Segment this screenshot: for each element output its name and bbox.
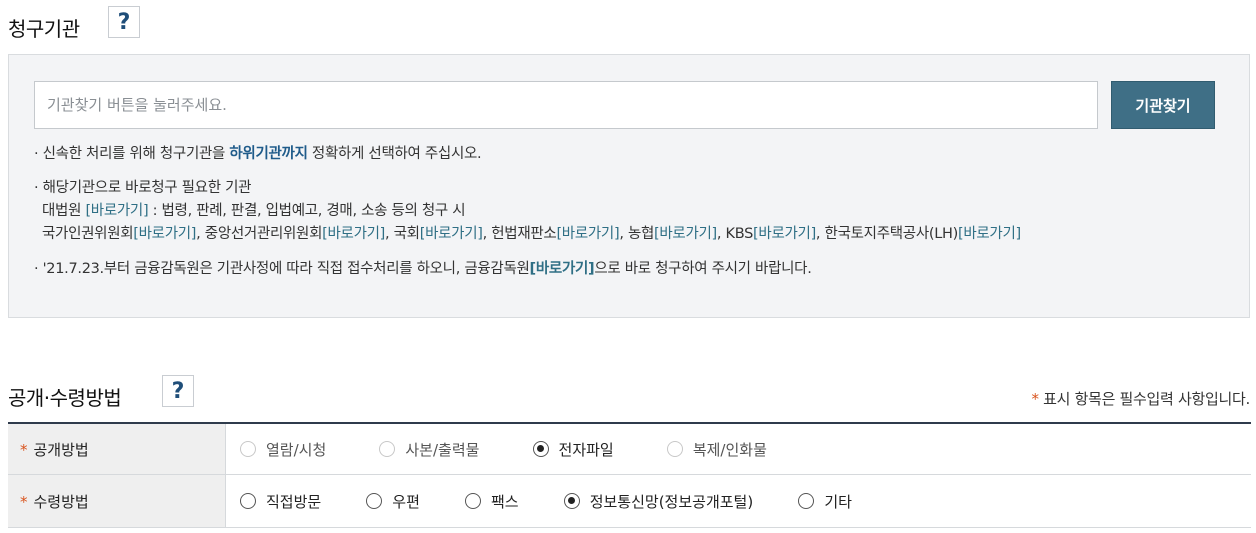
org-name: 한국토지주택공사(LH)	[824, 226, 959, 242]
note1-emphasis: 하위기관까지	[229, 146, 308, 162]
option-label: 전자파일	[558, 440, 614, 459]
note-supreme-court-line: 대법원 [바로가기] : 법령, 판례, 판결, 입법예고, 경매, 소송 등의…	[42, 200, 466, 222]
org-name: 국가인권위원회	[42, 226, 134, 242]
note3-prefix: · '21.7.23.부터 금융감독원은 기관사정에 따라 직접 접수처리를 하…	[34, 261, 530, 277]
option-label: 사본/출력물	[405, 440, 480, 459]
option-label: 복제/인화물	[692, 440, 767, 459]
radio-option-replica-photo[interactable]: 복제/인화물	[666, 439, 767, 460]
table-row: * 공개방법 열람/시청 사본/출력물 전자파일 복제/인화물	[8, 422, 1251, 475]
org-sep: ,	[716, 226, 726, 242]
radio-circle-icon[interactable]	[666, 441, 683, 457]
radio-option-visit[interactable]: 직접방문	[240, 491, 321, 512]
receipt-method-label: 수령방법	[33, 492, 89, 511]
receipt-method-header: * 수령방법	[8, 474, 226, 528]
required-note-text: 표시 항목은 필수입력 사항입니다.	[1038, 390, 1250, 408]
org-sep: ,	[196, 226, 205, 242]
agency-section-title: 청구기관	[8, 17, 80, 41]
fss-link[interactable]: [바로가기]	[530, 261, 595, 277]
radio-checked-icon[interactable]	[532, 441, 549, 457]
receipt-method-options: 직접방문 우편 팩스 정보통신망(정보공개포털) 기타	[225, 474, 1251, 528]
radio-option-mail[interactable]: 우편	[366, 491, 420, 512]
org-link-lh[interactable]: [바로가기]	[958, 226, 1021, 242]
org-sep: ,	[482, 226, 492, 242]
agency-search-input[interactable]	[34, 81, 1098, 129]
org-name: 국회	[393, 226, 420, 242]
required-fields-note: * 표시 항목은 필수입력 사항입니다.	[1031, 388, 1250, 409]
radio-circle-icon[interactable]	[240, 493, 256, 509]
org-name: 중앙선거관리위원회	[204, 226, 323, 242]
disclosure-method-header: * 공개방법	[8, 422, 226, 475]
org-link-nonghyup[interactable]: [바로가기]	[654, 226, 717, 242]
radio-circle-icon[interactable]	[240, 441, 256, 457]
note-fss: · '21.7.23.부터 금융감독원은 기관사정에 따라 직접 접수처리를 하…	[34, 258, 812, 280]
note-precise-selection: · 신속한 처리를 위해 청구기관을 하위기관까지 정확하게 선택하여 주십시오…	[34, 143, 482, 165]
required-star: *	[20, 492, 28, 511]
note3-suffix: 으로 바로 청구하여 주시기 바랍니다.	[594, 261, 812, 277]
option-label: 정보통신망(정보공개포털)	[589, 492, 754, 511]
disclosure-method-options: 열람/시청 사본/출력물 전자파일 복제/인화물	[225, 422, 1251, 475]
note-direct-agencies-heading: · 해당기관으로 바로청구 필요한 기관	[34, 180, 252, 196]
disclosure-method-label: 공개방법	[33, 440, 89, 459]
radio-circle-icon[interactable]	[366, 493, 383, 509]
radio-option-electronic-file[interactable]: 전자파일	[532, 439, 614, 460]
radio-checked-icon[interactable]	[563, 493, 580, 509]
option-label: 열람/시청	[266, 440, 327, 459]
org-link-kbs[interactable]: [바로가기]	[753, 226, 816, 242]
note1-prefix: · 신속한 처리를 위해 청구기관을	[34, 146, 230, 162]
org-name: KBS	[725, 226, 754, 242]
required-star: *	[20, 440, 28, 459]
org-name: 농협	[627, 226, 655, 242]
radio-circle-icon[interactable]	[379, 441, 396, 457]
org-link-human-rights[interactable]: [바로가기]	[133, 226, 196, 242]
option-label: 팩스	[491, 492, 519, 511]
disclosure-form-table: * 공개방법 열람/시청 사본/출력물 전자파일 복제/인화물 * 수령방법 직접방…	[8, 422, 1251, 528]
required-star: *	[1031, 390, 1039, 408]
note1-suffix: 정확하게 선택하여 주십시오.	[307, 146, 482, 162]
org-sep: ,	[815, 226, 825, 242]
org-link-constitutional-court[interactable]: [바로가기]	[556, 226, 619, 242]
org-name: 헌법재판소	[491, 226, 557, 242]
radio-option-viewing[interactable]: 열람/시청	[240, 439, 326, 460]
option-label: 우편	[392, 492, 420, 511]
supreme-court-desc: : 법령, 판례, 판결, 입법예고, 경매, 소송 등의 청구 시	[148, 203, 466, 219]
agency-help-button[interactable]: ?	[108, 6, 140, 38]
radio-option-other[interactable]: 기타	[798, 491, 852, 512]
table-row: * 수령방법 직접방문 우편 팩스 정보통신망(정보공개포털) 기타	[8, 474, 1251, 528]
radio-option-copy-print[interactable]: 사본/출력물	[379, 439, 479, 460]
org-link-national-assembly[interactable]: [바로가기]	[420, 226, 483, 242]
supreme-court-name: 대법원	[42, 203, 86, 219]
supreme-court-link[interactable]: [바로가기]	[85, 203, 148, 219]
disclosure-section-title: 공개·수령방법	[8, 386, 122, 410]
radio-option-fax[interactable]: 팩스	[465, 491, 519, 512]
radio-circle-icon[interactable]	[798, 493, 815, 509]
radio-circle-icon[interactable]	[465, 493, 481, 509]
option-label: 직접방문	[266, 492, 322, 511]
org-link-election-commission[interactable]: [바로가기]	[322, 226, 385, 242]
agency-search-button[interactable]: 기관찾기	[1111, 81, 1215, 129]
radio-option-online-portal[interactable]: 정보통신망(정보공개포털)	[563, 491, 754, 512]
org-sep: ,	[619, 226, 628, 242]
org-sep: ,	[385, 226, 394, 242]
note-org-links-line: 국가인권위원회[바로가기], 중앙선거관리위원회[바로가기], 국회[바로가기]…	[42, 223, 1021, 245]
option-label: 기타	[824, 492, 852, 511]
disclosure-help-button[interactable]: ?	[162, 375, 194, 407]
